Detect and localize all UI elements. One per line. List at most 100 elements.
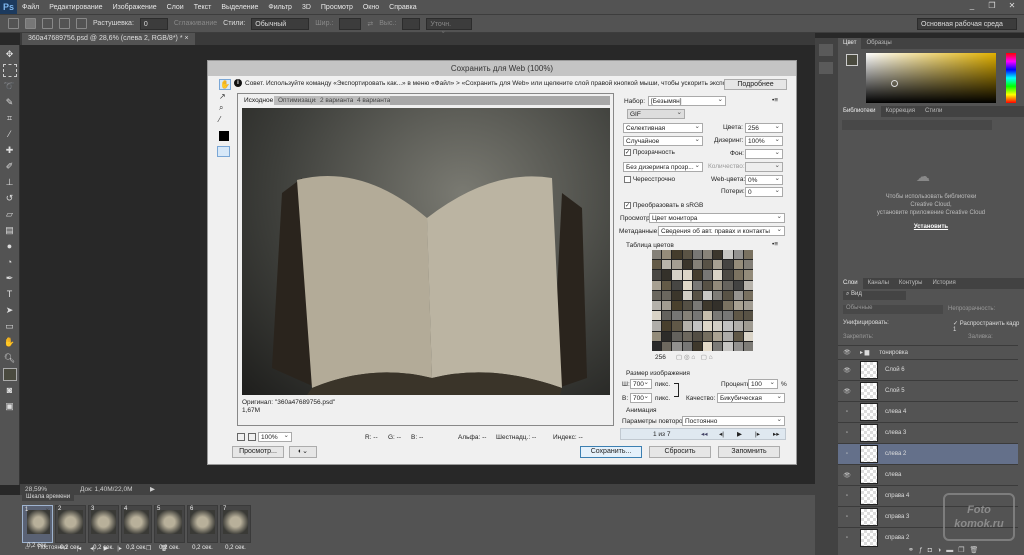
link-icon[interactable]: [674, 383, 679, 397]
visibility-toggle[interactable]: ▫: [838, 514, 856, 520]
color-table-swatch[interactable]: [713, 321, 723, 331]
first-frame-icon[interactable]: ◂◂: [701, 430, 708, 438]
preset-menu-icon[interactable]: •≡: [772, 97, 778, 104]
foreground-color-swatch[interactable]: [2, 368, 17, 381]
healing-tool-icon[interactable]: ✚: [3, 144, 17, 157]
color-table-swatch[interactable]: [723, 280, 733, 290]
width-input[interactable]: 700: [630, 378, 652, 389]
color-table-swatch[interactable]: [652, 341, 662, 351]
remember-button[interactable]: Запомнить: [718, 446, 780, 458]
colors-select[interactable]: 256: [745, 122, 783, 133]
tab-original[interactable]: Исходное: [240, 96, 278, 105]
frame-delay[interactable]: 0,2 сек.: [122, 545, 151, 551]
color-table-swatch[interactable]: [723, 311, 733, 321]
color-table-swatch[interactable]: [733, 290, 743, 300]
color-table-swatch[interactable]: [692, 270, 702, 280]
shape-tool-icon[interactable]: ▭: [3, 320, 17, 333]
visibility-toggle[interactable]: ▫: [838, 493, 856, 499]
color-table[interactable]: [652, 250, 753, 351]
path-select-tool-icon[interactable]: ➤: [3, 304, 17, 317]
tab-layers[interactable]: Слои: [838, 278, 863, 289]
reset-button[interactable]: Сбросить: [649, 446, 711, 458]
feather-input[interactable]: 0 пикс.: [139, 17, 168, 39]
layer-row[interactable]: 👁︎ слева: [838, 464, 1018, 485]
animation-frame[interactable]: 5 0,2 сек.: [154, 505, 185, 551]
animation-frame[interactable]: 7 0,2 сек.: [220, 505, 251, 551]
height-input[interactable]: [402, 17, 421, 30]
add-selection-icon[interactable]: [42, 18, 53, 29]
color-table-swatch[interactable]: [713, 260, 723, 270]
color-table-swatch[interactable]: [672, 260, 682, 270]
color-table-swatch[interactable]: [662, 331, 672, 341]
color-table-swatch[interactable]: [672, 250, 682, 260]
eraser-tool-icon[interactable]: ▱: [3, 208, 17, 221]
eye-icon[interactable]: 👁︎: [838, 388, 856, 395]
preview-button[interactable]: Просмотр...: [232, 446, 284, 458]
pen-tool-icon[interactable]: ✒: [3, 272, 17, 285]
layer-row[interactable]: 👁︎ ▸ ▆ тонировка: [838, 345, 1018, 359]
tab-color[interactable]: Цвет: [838, 38, 862, 49]
menu-edit[interactable]: Редактирование: [44, 4, 107, 11]
zoom-tool-icon[interactable]: ⌕: [219, 103, 223, 113]
color-table-swatch[interactable]: [682, 290, 692, 300]
color-table-swatch[interactable]: [662, 270, 672, 280]
color-table-swatch[interactable]: [743, 250, 753, 260]
color-table-swatch[interactable]: [702, 280, 713, 290]
visibility-toggle[interactable]: ▫: [838, 409, 856, 415]
menu-file[interactable]: Файл: [17, 4, 44, 11]
menu-select[interactable]: Выделение: [216, 4, 263, 11]
color-table-swatch[interactable]: [692, 321, 702, 331]
color-table-swatch[interactable]: [652, 311, 662, 321]
color-field[interactable]: [866, 53, 996, 103]
history-panel-icon[interactable]: [819, 44, 833, 56]
properties-panel-icon[interactable]: [819, 62, 833, 74]
color-table-swatch[interactable]: [733, 280, 743, 290]
frame-delay[interactable]: 0,2 сек.: [23, 542, 52, 551]
color-table-swatch[interactable]: [662, 290, 672, 300]
lasso-tool-icon[interactable]: ➰: [3, 80, 17, 93]
color-table-swatch[interactable]: [682, 250, 692, 260]
workspace-select[interactable]: Основная рабочая среда: [917, 18, 1017, 30]
color-table-swatch[interactable]: [682, 280, 692, 290]
color-table-swatch[interactable]: [713, 250, 723, 260]
visibility-toggle[interactable]: ▫: [838, 535, 856, 541]
color-table-swatch[interactable]: [723, 341, 733, 351]
dodge-tool-icon[interactable]: ◔: [3, 256, 17, 269]
menu-image[interactable]: Изображение: [108, 4, 162, 11]
foreground-swatch[interactable]: [846, 54, 858, 66]
color-table-swatch[interactable]: [662, 300, 672, 311]
next-frame-icon[interactable]: |▸: [755, 430, 760, 438]
color-table-swatch[interactable]: [672, 321, 682, 331]
visibility-toggle[interactable]: ▫: [838, 430, 856, 436]
color-table-swatch[interactable]: [672, 280, 682, 290]
width-input[interactable]: [339, 17, 362, 30]
color-table-swatch[interactable]: [702, 321, 713, 331]
interlaced-checkbox[interactable]: Чересстрочно: [624, 176, 675, 183]
format-select[interactable]: GIF: [627, 108, 685, 119]
eyedropper-color-swatch[interactable]: [219, 131, 229, 141]
move-tool-icon[interactable]: ✥: [3, 48, 17, 61]
color-table-swatch[interactable]: [723, 250, 733, 260]
history-brush-icon[interactable]: ↺: [3, 192, 17, 205]
color-table-swatch[interactable]: [672, 331, 682, 341]
color-table-swatch[interactable]: [713, 331, 723, 341]
library-select[interactable]: [842, 120, 992, 130]
color-table-swatch[interactable]: [652, 280, 662, 290]
hue-slider[interactable]: [1006, 53, 1016, 103]
color-table-swatch[interactable]: [733, 250, 743, 260]
menu-view[interactable]: Просмотр: [316, 4, 358, 11]
layer-actions-icons[interactable]: ⚭ƒ◘◑▬❐🗑︎: [908, 546, 983, 554]
color-table-swatch[interactable]: [652, 260, 662, 270]
color-table-swatch[interactable]: [743, 311, 753, 321]
color-table-swatch[interactable]: [743, 290, 753, 300]
color-table-swatch[interactable]: [733, 260, 743, 270]
color-table-swatch[interactable]: [733, 300, 743, 311]
tab-4-up[interactable]: 4 варианта: [353, 96, 395, 105]
color-table-swatch[interactable]: [652, 300, 662, 311]
tab-history[interactable]: История: [927, 278, 960, 289]
zoom-tool-icon[interactable]: 🔍︎: [3, 352, 17, 365]
menu-window[interactable]: Окно: [358, 4, 384, 11]
color-table-swatch[interactable]: [692, 341, 702, 351]
color-table-swatch[interactable]: [723, 300, 733, 311]
subtract-selection-icon[interactable]: [59, 18, 70, 29]
